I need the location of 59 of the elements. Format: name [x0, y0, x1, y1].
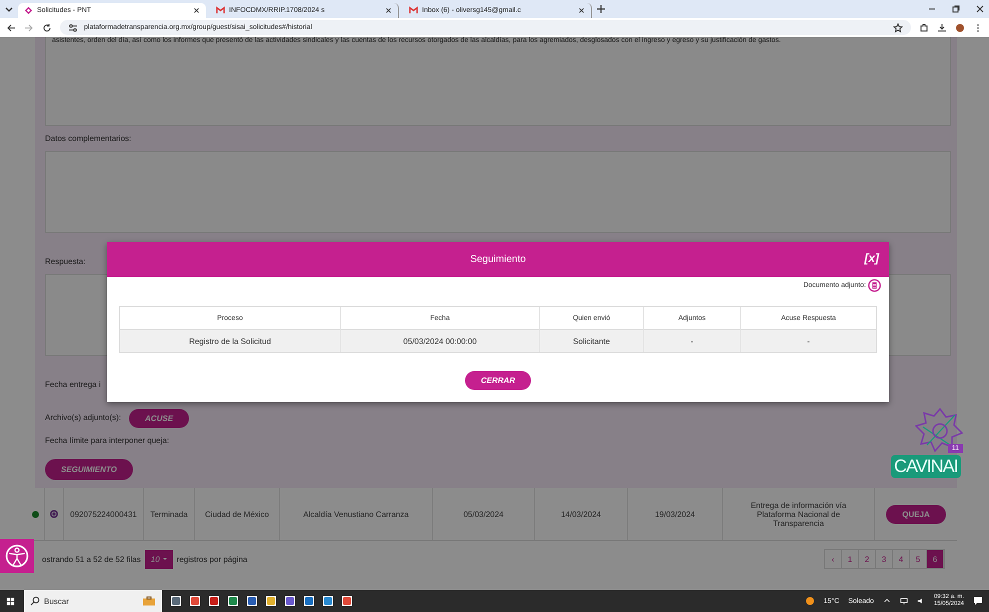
- table-cell: 092075224000431: [64, 488, 144, 540]
- mail-icon: [216, 6, 225, 15]
- close-icon[interactable]: [193, 7, 200, 14]
- star-icon[interactable]: [893, 22, 903, 32]
- table-cell: Alcaldía Venustiano Carranza: [280, 488, 433, 540]
- table-cell: Entrega de información vía Plataforma Nacional de Transparencia: [723, 488, 875, 540]
- table-cell-text: -: [806, 336, 811, 348]
- network-icon[interactable]: [900, 597, 908, 605]
- table-cell: Solicitante: [540, 330, 644, 352]
- page-button[interactable]: 6: [927, 550, 944, 568]
- close-icon[interactable]: [385, 7, 392, 14]
- close-button[interactable]: [x]: [864, 251, 879, 265]
- rows-info: ostrando 51 a 52 de 52 filas: [42, 554, 141, 564]
- field-label: Fecha límite para interponer queja:: [45, 436, 170, 445]
- mail-icon: [409, 6, 418, 15]
- table-cell: 05/03/2024: [433, 488, 535, 540]
- accessibility-button[interactable]: [0, 539, 34, 573]
- table-cell: 19/03/2024: [628, 488, 723, 540]
- star-network-drawing: [915, 407, 965, 455]
- per-page-label: registros por página: [176, 554, 248, 564]
- followup-button[interactable]: SEGUIMIENTO: [45, 459, 133, 480]
- table-cell: Ciudad de México: [195, 488, 280, 540]
- extensions-icon[interactable]: [919, 22, 929, 32]
- speaker-icon[interactable]: [916, 597, 925, 605]
- queja-button[interactable]: QUEJA: [886, 504, 946, 524]
- field-label: Fecha entrega i: [45, 380, 101, 389]
- briefcase-icon: [142, 596, 156, 606]
- close-dialog-button[interactable]: CERRAR: [464, 371, 532, 390]
- table-cell: -: [644, 330, 741, 352]
- search-field[interactable]: Buscar: [44, 596, 104, 606]
- table-cell: 05/03/2024 00:00:00: [341, 330, 540, 352]
- download-icon[interactable]: [937, 22, 947, 32]
- status-dot: [32, 510, 38, 518]
- close-icon[interactable]: [975, 4, 985, 14]
- close-icon[interactable]: [578, 7, 585, 14]
- field-label: Respuesta:: [45, 257, 86, 266]
- table-cell: 14/03/2024: [535, 488, 628, 540]
- start-icon[interactable]: [6, 596, 15, 606]
- page-size-dropdown[interactable]: 10: [144, 550, 173, 568]
- field-label: Datos complementarios:: [45, 134, 132, 143]
- avatar-icon[interactable]: [955, 22, 965, 32]
- field-label: Archivo(s) adjunto(s):: [45, 413, 122, 422]
- back-icon[interactable]: [6, 22, 16, 32]
- table-cell: Terminada: [144, 488, 195, 540]
- search-icon: [30, 596, 40, 606]
- new-tab-icon[interactable]: [596, 4, 606, 14]
- weather-icon: [804, 596, 815, 606]
- document-icon[interactable]: [868, 279, 881, 292]
- site-settings-icon: [68, 22, 78, 32]
- dialog-title: Seguimiento: [470, 254, 526, 265]
- restore-icon[interactable]: [951, 4, 961, 14]
- circle-icon[interactable]: [49, 509, 59, 519]
- acuse-button[interactable]: ACUSE: [129, 409, 190, 428]
- table-cell: Registro de la Solicitud: [120, 330, 341, 352]
- chevron-up-icon[interactable]: [882, 597, 891, 605]
- reload-icon[interactable]: [42, 22, 52, 32]
- notification-icon[interactable]: [973, 596, 983, 606]
- diamond-icon: [24, 6, 33, 15]
- chat-widget-button[interactable]: CAVINAI: [891, 455, 961, 478]
